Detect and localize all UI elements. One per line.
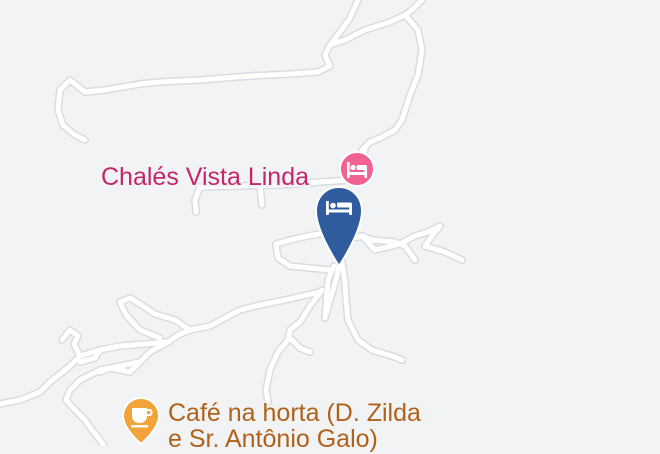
- road-segment: [55, 42, 333, 143]
- cafe-poi-marker[interactable]: [120, 396, 162, 446]
- hotel-label[interactable]: Chalés Vista Linda: [101, 163, 309, 192]
- road-segment: [359, 12, 425, 153]
- selected-location-pin[interactable]: [312, 184, 366, 268]
- cafe-label-line-2[interactable]: e Sr. Antônio Galo): [168, 425, 378, 454]
- road-fills: [0, 0, 465, 446]
- cafe-label-line-1[interactable]: Café na horta (D. Zilda: [168, 399, 421, 428]
- road-casing: [0, 338, 172, 408]
- road-casings: [0, 0, 466, 446]
- road-casing: [338, 258, 406, 364]
